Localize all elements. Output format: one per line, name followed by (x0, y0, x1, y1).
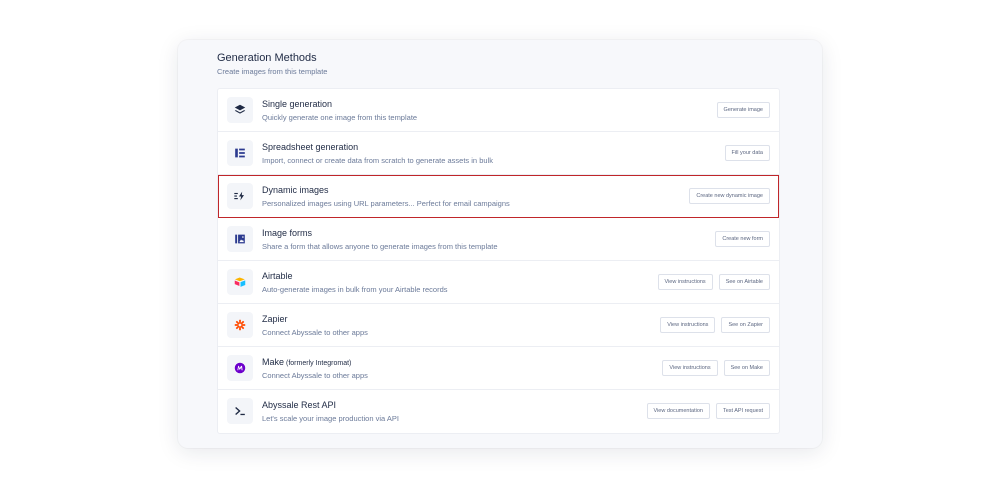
method-row-zapier[interactable]: Zapier Connect Abyssale to other apps Vi… (218, 304, 779, 347)
view-instructions-button[interactable]: View instructions (660, 317, 716, 333)
method-description: Quickly generate one image from this tem… (262, 113, 418, 122)
method-row-image-forms[interactable]: Image forms Share a form that allows any… (218, 218, 779, 261)
make-icon (227, 355, 253, 381)
method-title: Image forms (262, 228, 313, 238)
method-row-spreadsheet-generation[interactable]: Spreadsheet generation Import, connect o… (218, 132, 779, 175)
zapier-icon (227, 312, 253, 338)
test-api-request-button[interactable]: Test API request (715, 403, 770, 419)
method-title: Make (formerly Integromat) (262, 357, 351, 367)
view-documentation-button[interactable]: View documentation (646, 403, 710, 419)
method-title: Zapier (262, 314, 288, 324)
method-description: Connect Abyssale to other apps (262, 371, 368, 380)
make-title-suffix: (formerly Integromat) (286, 360, 352, 367)
generation-methods-panel: Generation Methods Create images from th… (178, 40, 822, 448)
method-title: Dynamic images (262, 185, 329, 195)
method-title: Spreadsheet generation (262, 142, 359, 152)
method-description: Share a form that allows anyone to gener… (262, 242, 498, 251)
terminal-icon (227, 398, 253, 424)
method-title: Single generation (262, 99, 333, 109)
lightning-icon (227, 183, 253, 209)
make-title: Make (262, 357, 285, 367)
method-title: Abyssale Rest API (262, 400, 337, 410)
method-title: Airtable (262, 271, 293, 281)
create-new-form-button[interactable]: Create new form (715, 231, 770, 247)
spreadsheet-icon (227, 140, 253, 166)
method-description: Connect Abyssale to other apps (262, 328, 368, 337)
airtable-icon (227, 269, 253, 295)
method-row-airtable[interactable]: Airtable Auto-generate images in bulk fr… (218, 261, 779, 304)
method-description: Import, connect or create data from scra… (262, 156, 493, 165)
method-description: Personalized images using URL parameters… (262, 199, 510, 208)
methods-list: Single generation Quickly generate one i… (217, 88, 780, 434)
see-on-airtable-button[interactable]: See on Airtable (718, 274, 770, 290)
create-new-dynamic-image-button[interactable]: Create new dynamic image (689, 188, 770, 204)
section-subtitle: Create images from this template (217, 67, 328, 76)
section-title: Generation Methods (217, 52, 317, 64)
view-instructions-button[interactable]: View instructions (662, 360, 718, 376)
generate-image-button[interactable]: Generate image (716, 102, 770, 118)
layers-icon (227, 97, 253, 123)
method-row-dynamic-images[interactable]: Dynamic images Personalized images using… (218, 175, 779, 218)
form-image-icon (227, 226, 253, 252)
method-row-make[interactable]: Make (formerly Integromat) Connect Abyssa… (218, 347, 779, 390)
method-description: Auto-generate images in bulk from your A… (262, 285, 448, 294)
method-description: Let's scale your image production via AP… (262, 414, 399, 423)
method-row-single-generation[interactable]: Single generation Quickly generate one i… (218, 89, 779, 132)
see-on-make-button[interactable]: See on Make (723, 360, 770, 376)
fill-your-data-button[interactable]: Fill your data (724, 145, 770, 161)
see-on-zapier-button[interactable]: See on Zapier (721, 317, 770, 333)
method-row-rest-api[interactable]: Abyssale Rest API Let's scale your image… (218, 390, 779, 433)
view-instructions-button[interactable]: View instructions (657, 274, 713, 290)
